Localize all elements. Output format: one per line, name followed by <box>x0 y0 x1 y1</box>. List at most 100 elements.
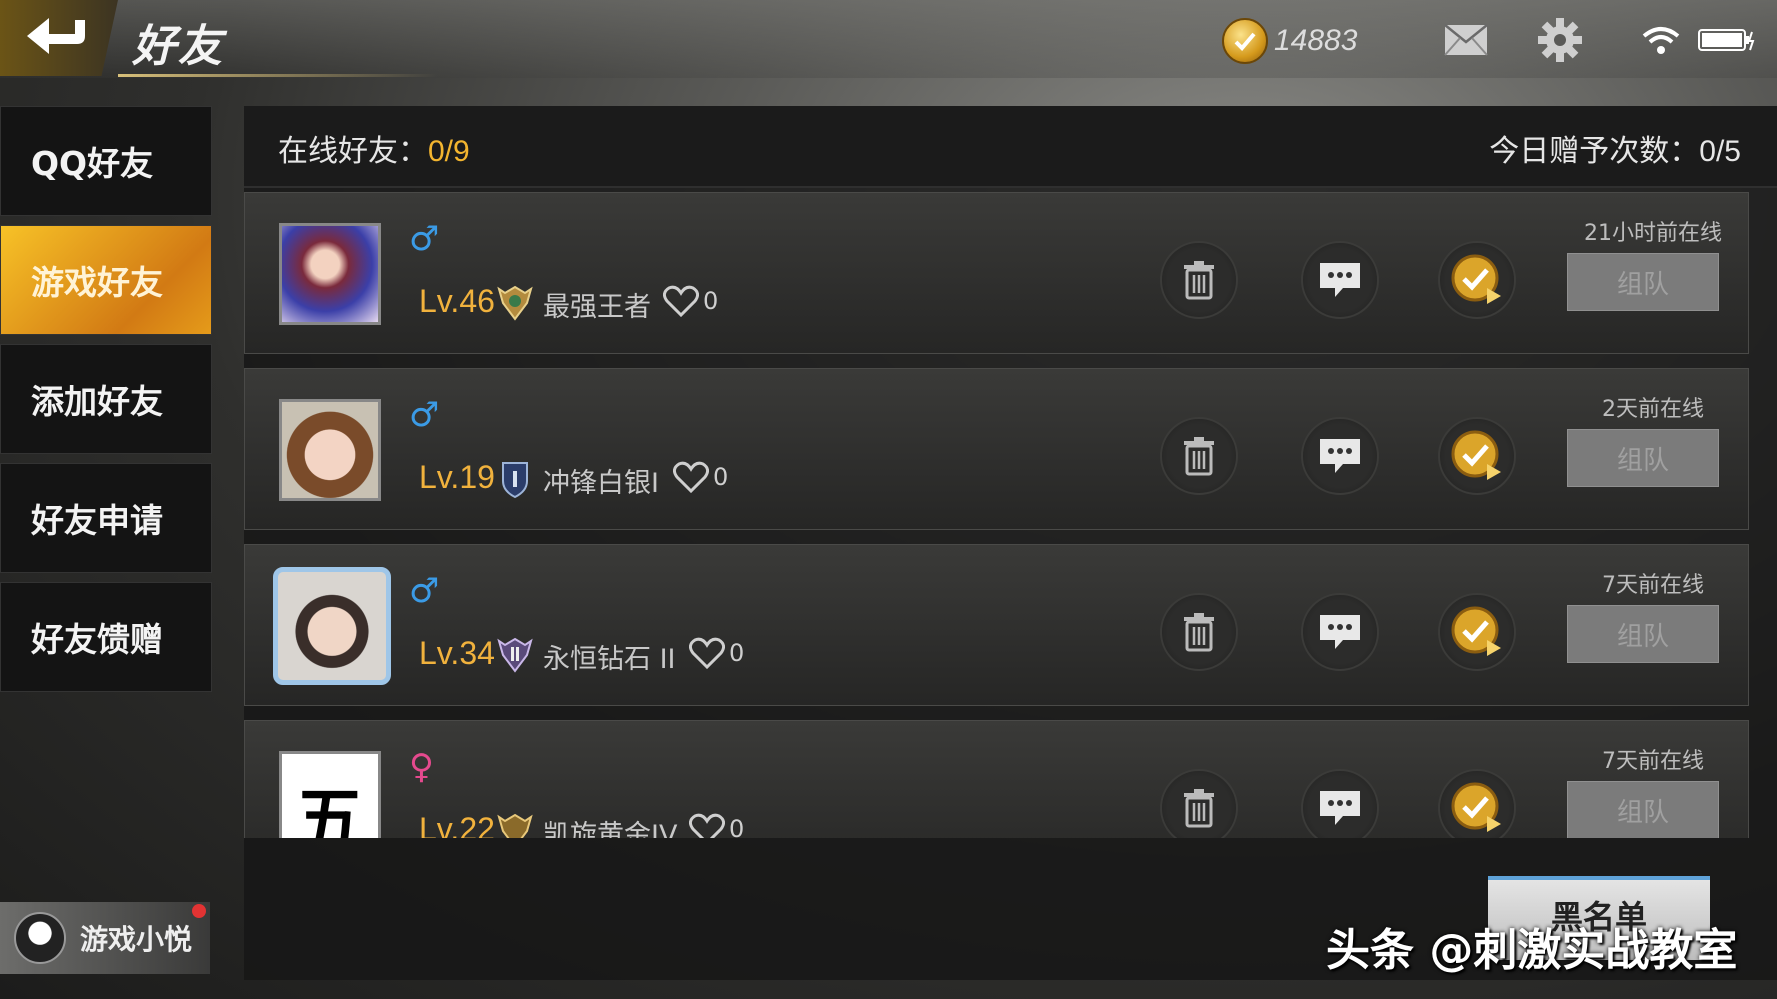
friend-row: ♂ Lv.19 冲锋白银I 0 2天前在线 组队 <box>244 368 1749 530</box>
chat-button[interactable] <box>1301 769 1379 838</box>
friend-level: Lv.22 <box>419 811 495 838</box>
gear-icon[interactable] <box>1538 18 1582 62</box>
trash-icon <box>1184 789 1214 828</box>
mail-icon[interactable] <box>1444 24 1488 56</box>
coin-send-icon <box>1451 782 1501 832</box>
rank-badge-icon <box>497 285 533 321</box>
trash-icon <box>1184 261 1214 300</box>
chat-button[interactable] <box>1301 593 1379 671</box>
rank-badge-icon <box>497 637 533 673</box>
rank-badge-icon <box>502 462 528 499</box>
last-online-time: 2天前在线 <box>1602 397 1704 422</box>
last-online-time: 7天前在线 <box>1602 749 1704 774</box>
top-bar: 好友 14883 <box>0 0 1777 78</box>
friend-rank: 凯旋黄金IV <box>543 820 678 838</box>
send-coin-button[interactable] <box>1438 241 1516 319</box>
chat-bubble-icon <box>1320 439 1360 473</box>
trash-icon <box>1184 613 1214 652</box>
team-up-button[interactable]: 组队 <box>1567 605 1719 663</box>
daily-gift-count: 今日赠予次数：0/5 <box>1489 126 1741 170</box>
send-coin-button[interactable] <box>1438 593 1516 671</box>
panel-header: 在线好友：0/9 今日赠予次数：0/5 <box>244 106 1777 188</box>
rank-badge-icon <box>497 813 533 838</box>
coin-icon <box>1222 18 1268 64</box>
friend-row: ♂ Lv.34 永恒钻石 II 0 7天前在线 组队 <box>244 544 1749 706</box>
delete-friend-button[interactable] <box>1160 769 1238 838</box>
coin-send-icon <box>1451 254 1501 304</box>
coin-send-icon <box>1451 606 1501 656</box>
friend-rank: 最强王者 <box>543 292 651 323</box>
chat-bubble-icon <box>1320 263 1360 297</box>
heart-count: 0 <box>663 285 718 317</box>
male-gender-icon: ♂ <box>409 219 440 259</box>
gift-label: 今日赠予次数： <box>1489 134 1700 169</box>
team-up-button[interactable]: 组队 <box>1567 429 1719 487</box>
coin-send-icon <box>1451 430 1501 480</box>
battery-icon <box>1698 29 1755 51</box>
friend-row: ♂ Lv.46 最强王者 0 21小时前在线 组队 <box>244 192 1749 354</box>
friend-rank: 永恒钻石 II <box>543 644 676 675</box>
chat-button[interactable] <box>1301 241 1379 319</box>
back-arrow-icon <box>27 18 85 54</box>
friend-row: 五 ♀ Lv.22 凯旋黄金IV 0 7天前在线 组队 <box>244 720 1749 838</box>
friend-avatar[interactable] <box>279 399 381 501</box>
wifi-icon <box>1642 27 1680 54</box>
team-up-button[interactable]: 组队 <box>1567 253 1719 311</box>
heart-value: 0 <box>729 639 745 667</box>
heart-value: 0 <box>729 815 745 838</box>
chat-bubble-icon <box>1320 791 1360 825</box>
title-underline <box>118 74 438 77</box>
last-online-time: 21小时前在线 <box>1584 221 1722 246</box>
coin-balance: 14883 <box>1222 18 1357 64</box>
online-count: 0/9 <box>428 135 470 168</box>
sidebar-tab-add-friend[interactable]: 添加好友 <box>0 344 212 454</box>
friend-level: Lv.19 <box>419 459 495 495</box>
female-gender-icon: ♀ <box>409 747 434 787</box>
male-gender-icon: ♂ <box>409 395 440 435</box>
male-gender-icon: ♂ <box>409 571 440 611</box>
friend-avatar[interactable]: 五 <box>279 751 381 838</box>
current-user-chip[interactable]: 游戏小悦 <box>0 902 210 974</box>
friend-level: Lv.34 <box>419 635 495 671</box>
chat-bubble-icon <box>1320 615 1360 649</box>
chat-button[interactable] <box>1301 417 1379 495</box>
online-label: 在线好友： <box>278 134 428 169</box>
friend-avatar[interactable] <box>273 567 391 685</box>
sidebar-tab-qq-friends[interactable]: QQ好友 <box>0 106 212 216</box>
send-coin-button[interactable] <box>1438 769 1516 838</box>
sidebar-tab-friend-requests[interactable]: 好友申请 <box>0 463 212 573</box>
gift-count: 0/5 <box>1699 135 1741 168</box>
avatar <box>14 912 66 964</box>
heart-count: 0 <box>689 813 744 838</box>
heart-value: 0 <box>713 463 729 491</box>
delete-friend-button[interactable] <box>1160 241 1238 319</box>
heart-icon <box>673 461 709 493</box>
sidebar: QQ好友 游戏好友 添加好友 好友申请 好友馈赠 <box>0 106 212 701</box>
trash-icon <box>1184 437 1214 476</box>
delete-friend-button[interactable] <box>1160 593 1238 671</box>
sidebar-tab-friend-gifts[interactable]: 好友馈赠 <box>0 582 212 692</box>
send-coin-button[interactable] <box>1438 417 1516 495</box>
team-up-button[interactable]: 组队 <box>1567 781 1719 838</box>
heart-icon <box>663 285 699 317</box>
heart-count: 0 <box>689 637 744 669</box>
user-name: 游戏小悦 <box>80 923 193 956</box>
delete-friend-button[interactable] <box>1160 417 1238 495</box>
heart-icon <box>689 637 725 669</box>
friend-list[interactable]: ♂ Lv.46 最强王者 0 21小时前在线 组队 ♂ Lv.19 冲锋白银I … <box>244 192 1754 838</box>
friend-avatar[interactable] <box>279 223 381 325</box>
notification-dot <box>192 904 206 918</box>
online-friends-count: 在线好友：0/9 <box>278 126 470 170</box>
friends-panel: 在线好友：0/9 今日赠予次数：0/5 ♂ Lv.46 最强王者 0 21小时前… <box>244 106 1777 980</box>
back-button[interactable] <box>0 0 118 76</box>
coin-amount: 14883 <box>1274 24 1358 57</box>
friend-rank: 冲锋白银I <box>543 468 659 499</box>
heart-value: 0 <box>703 287 719 315</box>
watermark: 头条 @刺激实战教室 <box>1326 925 1738 976</box>
heart-icon <box>689 813 725 838</box>
page-title: 好友 <box>132 21 224 72</box>
last-online-time: 7天前在线 <box>1602 573 1704 598</box>
heart-count: 0 <box>673 461 728 493</box>
sidebar-tab-game-friends[interactable]: 游戏好友 <box>0 225 212 335</box>
friend-level: Lv.46 <box>419 283 495 319</box>
